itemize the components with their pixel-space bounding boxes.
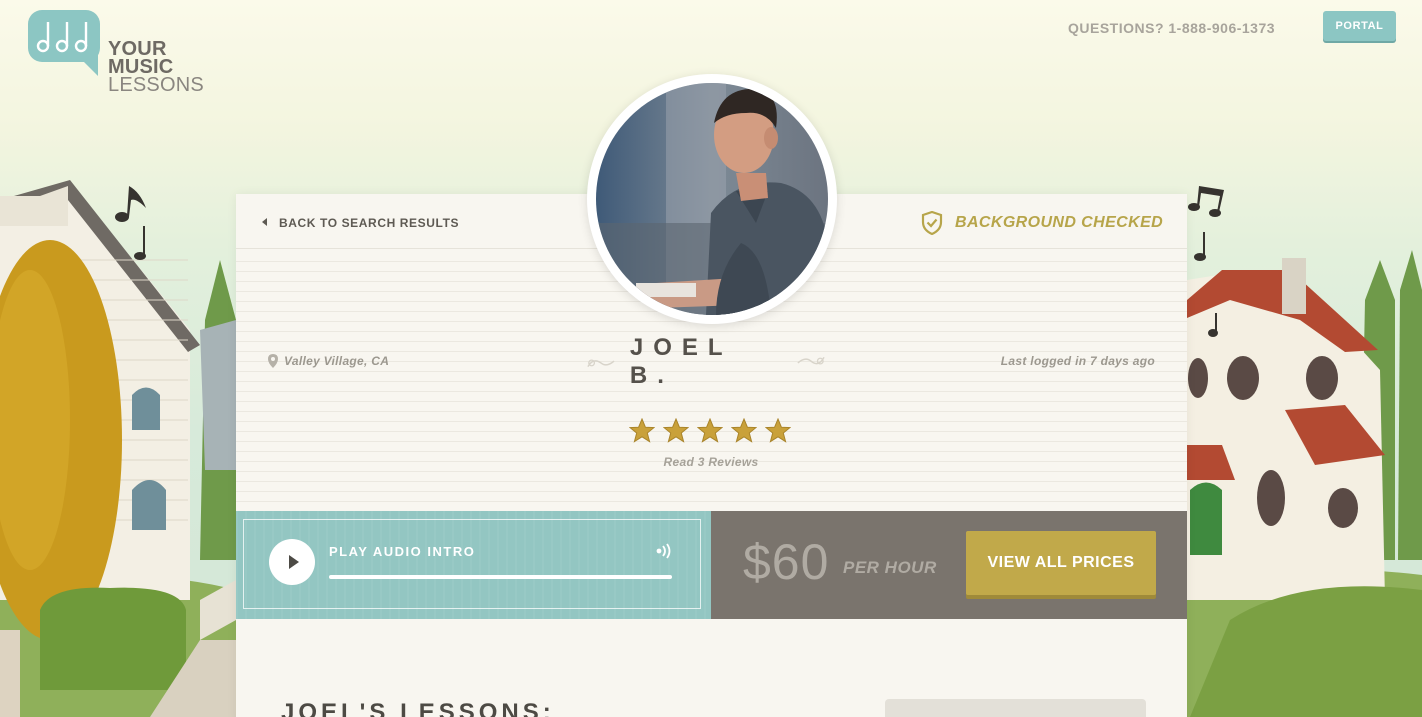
questions-phone[interactable]: QUESTIONS? 1-888-906-1373	[1068, 20, 1275, 36]
volume-icon[interactable]	[656, 543, 674, 559]
last-logged-in: Last logged in 7 days ago	[1000, 354, 1155, 368]
teacher-avatar	[587, 74, 837, 324]
rating-stars	[629, 418, 795, 444]
star-icon	[731, 418, 757, 443]
left-house-illustration	[0, 180, 236, 640]
teacher-name: JOEL B.	[629, 334, 733, 389]
lessons-side-panel	[885, 699, 1146, 717]
audio-intro-player: PLAY AUDIO INTRO	[236, 511, 711, 619]
flourish-right-icon	[797, 356, 825, 365]
hourly-price: $60	[743, 534, 830, 590]
price-unit: PER HOUR	[843, 558, 937, 577]
caret-left-icon	[262, 218, 267, 226]
star-icon	[697, 418, 723, 443]
read-reviews-link[interactable]: Read 3 Reviews	[611, 455, 811, 469]
site-logo[interactable]: YOUR MUSIC LESSONS	[28, 10, 228, 100]
star-icon	[765, 418, 791, 443]
audio-progress-bar[interactable]	[329, 575, 672, 579]
logo-wordmark: YOUR MUSIC LESSONS	[108, 38, 204, 96]
star-icon	[663, 418, 689, 443]
right-house-illustration	[1187, 250, 1422, 717]
price-panel: $60 PER HOUR VIEW ALL PRICES	[711, 511, 1187, 619]
back-to-search-link[interactable]: BACK TO SEARCH RESULTS	[262, 216, 459, 230]
teacher-location: Valley Village, CA	[268, 354, 389, 368]
yellow-tree-illustration	[0, 240, 122, 717]
map-pin-icon	[268, 354, 278, 368]
lessons-heading: JOEL'S LESSONS:	[281, 699, 555, 717]
portal-button[interactable]: PORTAL	[1323, 11, 1396, 41]
teacher-photo	[596, 83, 828, 315]
play-button[interactable]	[269, 539, 315, 585]
play-icon	[289, 555, 299, 569]
shield-check-icon	[921, 211, 943, 235]
star-icon	[629, 418, 655, 443]
teacher-name-block: JOEL B.	[586, 334, 826, 389]
background-checked-badge: BACKGROUND CHECKED	[921, 210, 1163, 236]
music-notes-icon	[36, 22, 88, 53]
view-all-prices-button[interactable]: VIEW ALL PRICES	[966, 531, 1156, 595]
audio-intro-label: PLAY AUDIO INTRO	[329, 544, 476, 559]
flourish-left-icon	[587, 359, 615, 368]
